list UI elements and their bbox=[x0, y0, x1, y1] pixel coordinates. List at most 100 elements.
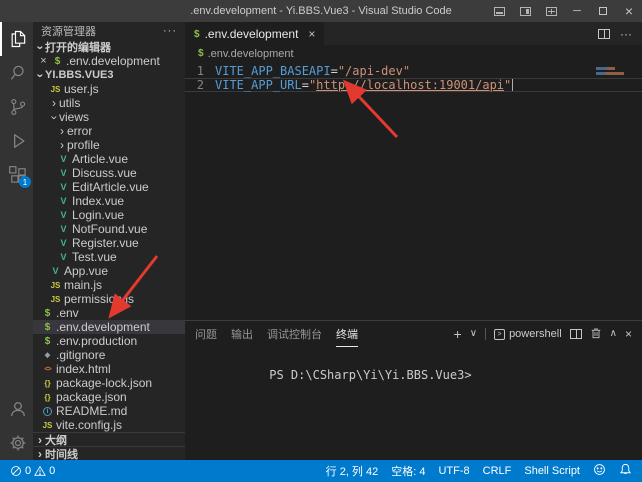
terminal-profile-dropdown-icon[interactable]: ∨ bbox=[470, 329, 477, 339]
tree-item-main.js[interactable]: JSmain.js bbox=[33, 278, 185, 292]
tree-item-.env[interactable]: $.env bbox=[33, 306, 185, 320]
tree-item-label: profile bbox=[67, 138, 100, 152]
terminal-icon: > bbox=[494, 329, 505, 340]
code-line-2[interactable]: 2VITE_APP_URL="http://localhost:19001/ap… bbox=[185, 78, 642, 92]
panel-tab-问题[interactable]: 问题 bbox=[195, 321, 217, 347]
more-actions-icon[interactable]: ··· bbox=[163, 25, 177, 37]
sidebar-section-时间线[interactable]: ›时间线 bbox=[33, 446, 185, 460]
sidebar-section-大纲[interactable]: ›大纲 bbox=[33, 432, 185, 446]
info-file-icon: i bbox=[43, 407, 52, 416]
maximize-panel-icon[interactable]: ∧ bbox=[610, 329, 617, 339]
js-file-icon: JS bbox=[41, 419, 54, 432]
notifications-bell-icon[interactable] bbox=[619, 463, 632, 479]
minimap[interactable] bbox=[596, 65, 640, 75]
tree-item-NotFound.vue[interactable]: VNotFound.vue bbox=[33, 222, 185, 236]
shell-name: powershell bbox=[509, 328, 562, 340]
open-editors-list: ×$.env.development bbox=[33, 54, 185, 68]
tree-item-package.json[interactable]: {}package.json bbox=[33, 390, 185, 404]
text-cursor bbox=[512, 79, 513, 91]
status-item[interactable]: CRLF bbox=[483, 465, 512, 477]
toggle-secondary-sidebar-icon[interactable] bbox=[512, 0, 538, 22]
tree-item-package-lock.json[interactable]: {}package-lock.json bbox=[33, 376, 185, 390]
run-debug-icon[interactable] bbox=[0, 124, 33, 158]
tree-item-Register.vue[interactable]: VRegister.vue bbox=[33, 236, 185, 250]
tree-item-Login.vue[interactable]: VLogin.vue bbox=[33, 208, 185, 222]
sidebar-layout-glyph bbox=[520, 7, 531, 16]
project-root-label: YI.BBS.VUE3 bbox=[45, 69, 113, 81]
tree-item-label: .env bbox=[56, 306, 79, 320]
tree-item-.gitignore[interactable]: ◆.gitignore bbox=[33, 348, 185, 362]
tree-item-utils[interactable]: ›utils bbox=[33, 96, 185, 110]
problems-status[interactable]: 0 0 bbox=[10, 465, 55, 477]
close-panel-icon[interactable]: × bbox=[625, 327, 632, 341]
tree-item-index.html[interactable]: <>index.html bbox=[33, 362, 185, 376]
editor-actions: ··· bbox=[598, 22, 642, 45]
tree-item-Test.vue[interactable]: VTest.vue bbox=[33, 250, 185, 264]
vue-file-icon: V bbox=[57, 195, 70, 208]
code-editor[interactable]: 1VITE_APP_BASEAPI="/api-dev"2VITE_APP_UR… bbox=[185, 62, 642, 320]
extensions-icon[interactable]: 1 bbox=[0, 158, 33, 192]
split-terminal-icon[interactable] bbox=[570, 329, 582, 339]
js-file-icon: JS bbox=[49, 279, 62, 292]
tree-item-label: vite.config.js bbox=[56, 418, 122, 432]
status-item[interactable]: UTF-8 bbox=[438, 465, 469, 477]
minimize-button[interactable]: ─ bbox=[564, 0, 590, 22]
tree-item-vite.config.js[interactable]: JSvite.config.js bbox=[33, 418, 185, 432]
project-root-header[interactable]: › YI.BBS.VUE3 bbox=[33, 68, 185, 82]
code-token: "/api-dev" bbox=[338, 64, 410, 78]
tree-item-profile[interactable]: ›profile bbox=[33, 138, 185, 152]
close-button[interactable]: × bbox=[616, 0, 642, 22]
explorer-icon[interactable] bbox=[0, 22, 33, 56]
tree-item-label: package-lock.json bbox=[56, 376, 152, 390]
panel-tab-终端[interactable]: 终端 bbox=[336, 321, 358, 347]
open-editor-item[interactable]: ×$.env.development bbox=[33, 54, 185, 68]
separator bbox=[485, 328, 486, 340]
more-editor-actions-icon[interactable]: ··· bbox=[620, 27, 632, 41]
close-icon[interactable]: × bbox=[38, 55, 49, 67]
open-editor-label: .env.development bbox=[66, 54, 160, 68]
tree-item-user.js[interactable]: JSuser.js bbox=[33, 82, 185, 96]
warning-count: 0 bbox=[49, 465, 55, 477]
code-token: VITE_APP_BASEAPI bbox=[215, 64, 331, 78]
panel-tab-输出[interactable]: 输出 bbox=[231, 321, 253, 347]
tree-item-README.md[interactable]: iREADME.md bbox=[33, 404, 185, 418]
customize-layout-icon[interactable] bbox=[538, 0, 564, 22]
restore-button[interactable] bbox=[590, 0, 616, 22]
tree-item-label: EditArticle.vue bbox=[72, 180, 149, 194]
split-editor-icon[interactable] bbox=[598, 29, 610, 39]
tree-item-Article.vue[interactable]: VArticle.vue bbox=[33, 152, 185, 166]
tree-item-.env.development[interactable]: $.env.development bbox=[33, 320, 185, 334]
breadcrumb[interactable]: $ .env.development bbox=[185, 45, 642, 62]
tree-item-EditArticle.vue[interactable]: VEditArticle.vue bbox=[33, 180, 185, 194]
source-control-icon[interactable] bbox=[0, 90, 33, 124]
feedback-smiley-icon[interactable] bbox=[593, 463, 606, 479]
settings-gear-icon[interactable] bbox=[0, 426, 33, 460]
terminal-instance-powershell[interactable]: > powershell bbox=[494, 328, 562, 340]
status-item[interactable]: Shell Script bbox=[524, 465, 580, 477]
tab-env-development[interactable]: $ .env.development × bbox=[185, 22, 324, 45]
tree-item-Index.vue[interactable]: VIndex.vue bbox=[33, 194, 185, 208]
tree-item-Discuss.vue[interactable]: VDiscuss.vue bbox=[33, 166, 185, 180]
minimap-line-1 bbox=[596, 67, 640, 70]
kill-terminal-icon[interactable] bbox=[590, 327, 602, 342]
terminal-output[interactable]: PS D:\CSharp\Yi\Yi.BBS.Vue3> bbox=[185, 347, 642, 460]
tree-item-views[interactable]: ›views bbox=[33, 110, 185, 124]
panel-tab-调试控制台[interactable]: 调试控制台 bbox=[267, 321, 322, 347]
open-editors-header[interactable]: › 打开的编辑器 bbox=[33, 40, 185, 54]
new-terminal-icon[interactable]: + bbox=[454, 327, 462, 341]
tree-item-App.vue[interactable]: VApp.vue bbox=[33, 264, 185, 278]
tree-item-permission.js[interactable]: JSpermission.js bbox=[33, 292, 185, 306]
status-item[interactable]: 行 2, 列 42 bbox=[326, 463, 379, 479]
tree-item-error[interactable]: ›error bbox=[33, 124, 185, 138]
code-line-1[interactable]: 1VITE_APP_BASEAPI="/api-dev" bbox=[185, 64, 642, 78]
tab-close-icon[interactable]: × bbox=[308, 27, 315, 41]
toggle-panel-icon[interactable] bbox=[486, 0, 512, 22]
search-icon[interactable] bbox=[0, 56, 33, 90]
shell-file-icon: $ bbox=[41, 321, 54, 334]
tree-item-label: NotFound.vue bbox=[72, 222, 147, 236]
account-icon[interactable] bbox=[0, 392, 33, 426]
status-item[interactable]: 空格: 4 bbox=[391, 463, 425, 479]
tree-item-.env.production[interactable]: $.env.production bbox=[33, 334, 185, 348]
tree-item-label: Register.vue bbox=[72, 236, 139, 250]
section-label: 时间线 bbox=[45, 446, 78, 461]
